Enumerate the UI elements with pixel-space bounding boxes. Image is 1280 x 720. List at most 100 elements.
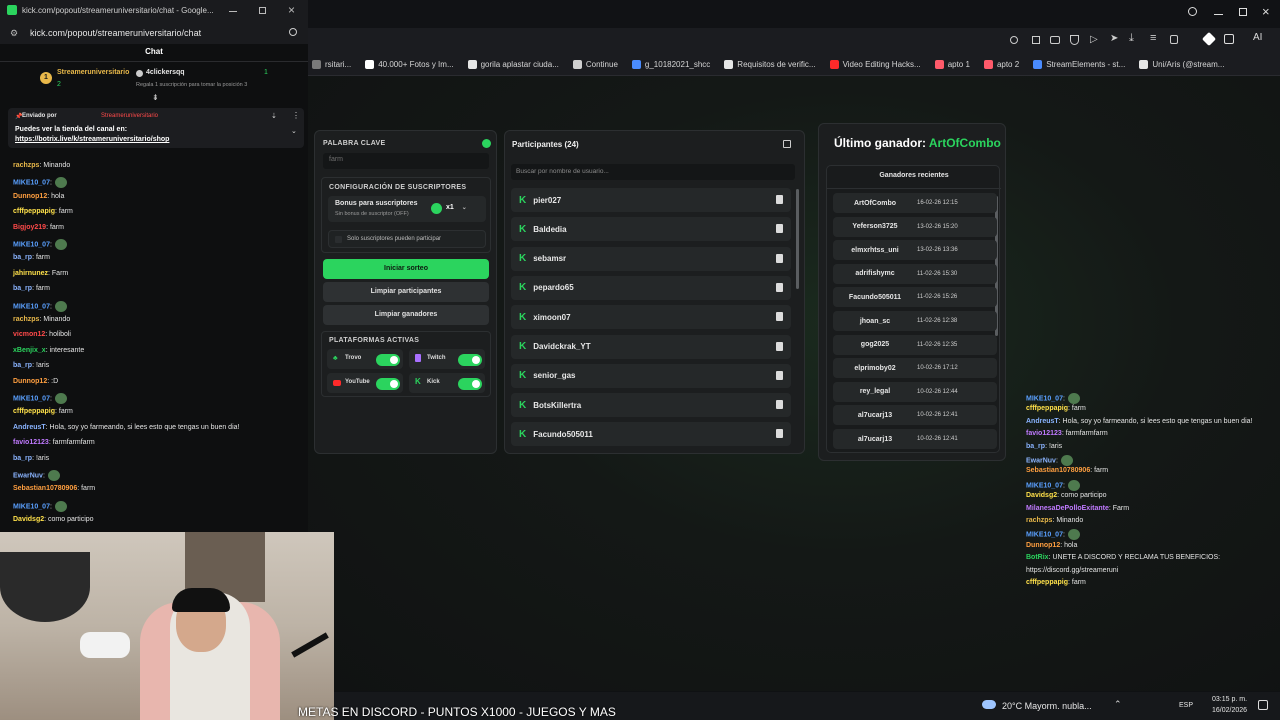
- unpin-icon[interactable]: ⇣: [271, 112, 277, 120]
- ai-button[interactable]: AI: [1253, 32, 1262, 43]
- kick-toggle[interactable]: [458, 378, 482, 390]
- bookmark-item[interactable]: apto 1: [934, 60, 970, 69]
- chat-username[interactable]: ba_rp: [13, 254, 32, 261]
- youtube-toggle[interactable]: [376, 378, 400, 390]
- keyword-input[interactable]: farm: [323, 153, 489, 169]
- shield-icon[interactable]: [1070, 35, 1079, 45]
- chat-username[interactable]: ba_rp: [13, 285, 32, 292]
- camera-icon[interactable]: [1050, 36, 1060, 44]
- chat-username[interactable]: MIKE10_07: [13, 503, 50, 510]
- send-icon[interactable]: ➤: [1110, 33, 1118, 44]
- minimize-icon[interactable]: [1214, 14, 1223, 15]
- chat-username[interactable]: MIKE10_07: [13, 395, 50, 402]
- chat-username[interactable]: cfffpeppapig: [13, 408, 55, 415]
- chat-username[interactable]: AndreusT: [13, 424, 46, 431]
- bookmark-item[interactable]: Uni/Aris (@stream...: [1139, 60, 1224, 69]
- bookmark-item[interactable]: Video Editing Hacks...: [829, 60, 921, 69]
- winner-name: Facundo505011: [848, 293, 902, 301]
- bonus-toggle-icon[interactable]: [431, 203, 442, 214]
- bookmark-item[interactable]: Continue: [572, 60, 618, 69]
- delete-icon[interactable]: [776, 224, 783, 234]
- extension-icon[interactable]: [1201, 31, 1217, 47]
- bookmark-item[interactable]: 40.000+ Fotos y Im...: [365, 60, 454, 69]
- lock-icon[interactable]: [1170, 35, 1178, 44]
- delete-icon[interactable]: [776, 429, 783, 439]
- twitch-toggle[interactable]: [458, 354, 482, 366]
- delete-icon[interactable]: [776, 400, 783, 410]
- subs-only-checkbox[interactable]: [335, 236, 342, 243]
- collapse-icon[interactable]: ⇟: [152, 93, 159, 102]
- notification-icon[interactable]: [1258, 700, 1268, 710]
- chat-username[interactable]: Dunnop12: [13, 378, 47, 385]
- chat-username[interactable]: Dunnop12: [13, 193, 47, 200]
- clock-time[interactable]: 03:15 p. m.: [1212, 696, 1247, 703]
- delete-icon[interactable]: [776, 253, 783, 263]
- search-icon[interactable]: [289, 28, 297, 36]
- chat-username[interactable]: MIKE10_07: [13, 303, 50, 310]
- chat-username[interactable]: favio12123: [13, 439, 49, 446]
- participant-search-input[interactable]: Buscar por nombre de usuario...: [511, 164, 795, 180]
- chat-username[interactable]: Sebastian10780906: [13, 485, 77, 492]
- chat-username[interactable]: rachzps: [13, 316, 39, 323]
- delete-icon[interactable]: [776, 282, 783, 292]
- chat-username[interactable]: jahirnunez: [13, 270, 48, 277]
- minimize-icon[interactable]: [229, 11, 237, 12]
- more-icon[interactable]: ⋮: [292, 111, 300, 120]
- bookmark-item[interactable]: rsitari...: [312, 60, 351, 69]
- restore-icon[interactable]: [1239, 8, 1247, 16]
- chat-username[interactable]: MIKE10_07: [13, 180, 50, 187]
- play-icon[interactable]: ▷: [1090, 34, 1098, 45]
- bookmark-item[interactable]: apto 2: [983, 60, 1019, 69]
- close-icon[interactable]: ×: [1262, 4, 1270, 19]
- participant-name: BotsKillertra: [533, 400, 582, 410]
- overlay-chat-message: ba_rp: !aris: [1026, 443, 1062, 450]
- clock-date[interactable]: 16/02/2026: [1212, 707, 1247, 714]
- chat-username[interactable]: vicmon12: [13, 331, 45, 338]
- bookmark-item[interactable]: gorila aplastar ciuda...: [467, 60, 559, 69]
- clear-participants-button[interactable]: Limpiar participantes: [323, 282, 489, 302]
- cube-icon[interactable]: [1224, 34, 1234, 44]
- address-bar[interactable]: ⚙ kick.com/popout/streameruniversitario/…: [0, 22, 308, 44]
- bookmark-item[interactable]: StreamElements - st...: [1033, 60, 1125, 69]
- search-icon[interactable]: [1188, 7, 1197, 16]
- chat-username[interactable]: MIKE10_07: [13, 241, 50, 248]
- pinned-link[interactable]: https://botrix.live/k/streameruniversita…: [15, 136, 169, 143]
- edit-icon[interactable]: [1032, 36, 1040, 44]
- bonus-multiplier-value: x1: [446, 204, 454, 211]
- chat-username[interactable]: xBenjix_x: [13, 347, 46, 354]
- chevron-down-icon[interactable]: ⌄: [291, 127, 297, 135]
- trovo-toggle[interactable]: [376, 354, 400, 366]
- zoom-icon[interactable]: [1010, 36, 1018, 44]
- chat-username[interactable]: Bigjoy219: [13, 224, 46, 231]
- bonus-multiplier-select[interactable]: x1 ⌄: [446, 201, 478, 216]
- clear-winners-button[interactable]: Limpiar ganadores: [323, 305, 489, 325]
- weather-icon[interactable]: [982, 700, 996, 709]
- delete-icon[interactable]: [776, 195, 783, 204]
- delete-icon[interactable]: [776, 341, 783, 351]
- chat-username[interactable]: ba_rp: [13, 362, 32, 369]
- close-icon[interactable]: ×: [288, 3, 295, 17]
- chevron-down-icon: ⌄: [461, 205, 467, 211]
- bookmark-item[interactable]: g_10182021_shcc: [631, 60, 710, 69]
- tray-chevron-icon[interactable]: ⌃: [1114, 699, 1122, 710]
- chat-username[interactable]: rachzps: [13, 162, 39, 169]
- chat-username[interactable]: EwarNuv: [13, 472, 43, 479]
- chat-username[interactable]: Davidsg2: [13, 516, 44, 523]
- bookmark-item[interactable]: Requisitos de verific...: [724, 60, 816, 69]
- chat-username[interactable]: cfffpeppapig: [13, 208, 55, 215]
- copy-icon[interactable]: [783, 140, 791, 148]
- delete-icon[interactable]: [776, 312, 783, 322]
- delete-icon[interactable]: [776, 370, 783, 380]
- chat-username[interactable]: ba_rp: [13, 455, 32, 462]
- site-settings-icon[interactable]: ⚙: [10, 28, 18, 39]
- info-icon[interactable]: [482, 139, 491, 148]
- maximize-icon[interactable]: [259, 7, 266, 14]
- platform-trovo: ♣ Trovo: [327, 349, 403, 369]
- subs-only-checkbox-row[interactable]: Solo suscriptores pueden participar: [328, 230, 486, 248]
- language-indicator[interactable]: ESP: [1179, 702, 1193, 709]
- participants-scrollbar[interactable]: [796, 189, 799, 289]
- start-raffle-button[interactable]: Iniciar sorteo: [323, 259, 489, 279]
- list-icon[interactable]: ≡: [1150, 32, 1156, 44]
- download-icon[interactable]: ⤓: [1129, 32, 1134, 45]
- weather-text[interactable]: 20°C Mayorm. nubla...: [1002, 701, 1092, 711]
